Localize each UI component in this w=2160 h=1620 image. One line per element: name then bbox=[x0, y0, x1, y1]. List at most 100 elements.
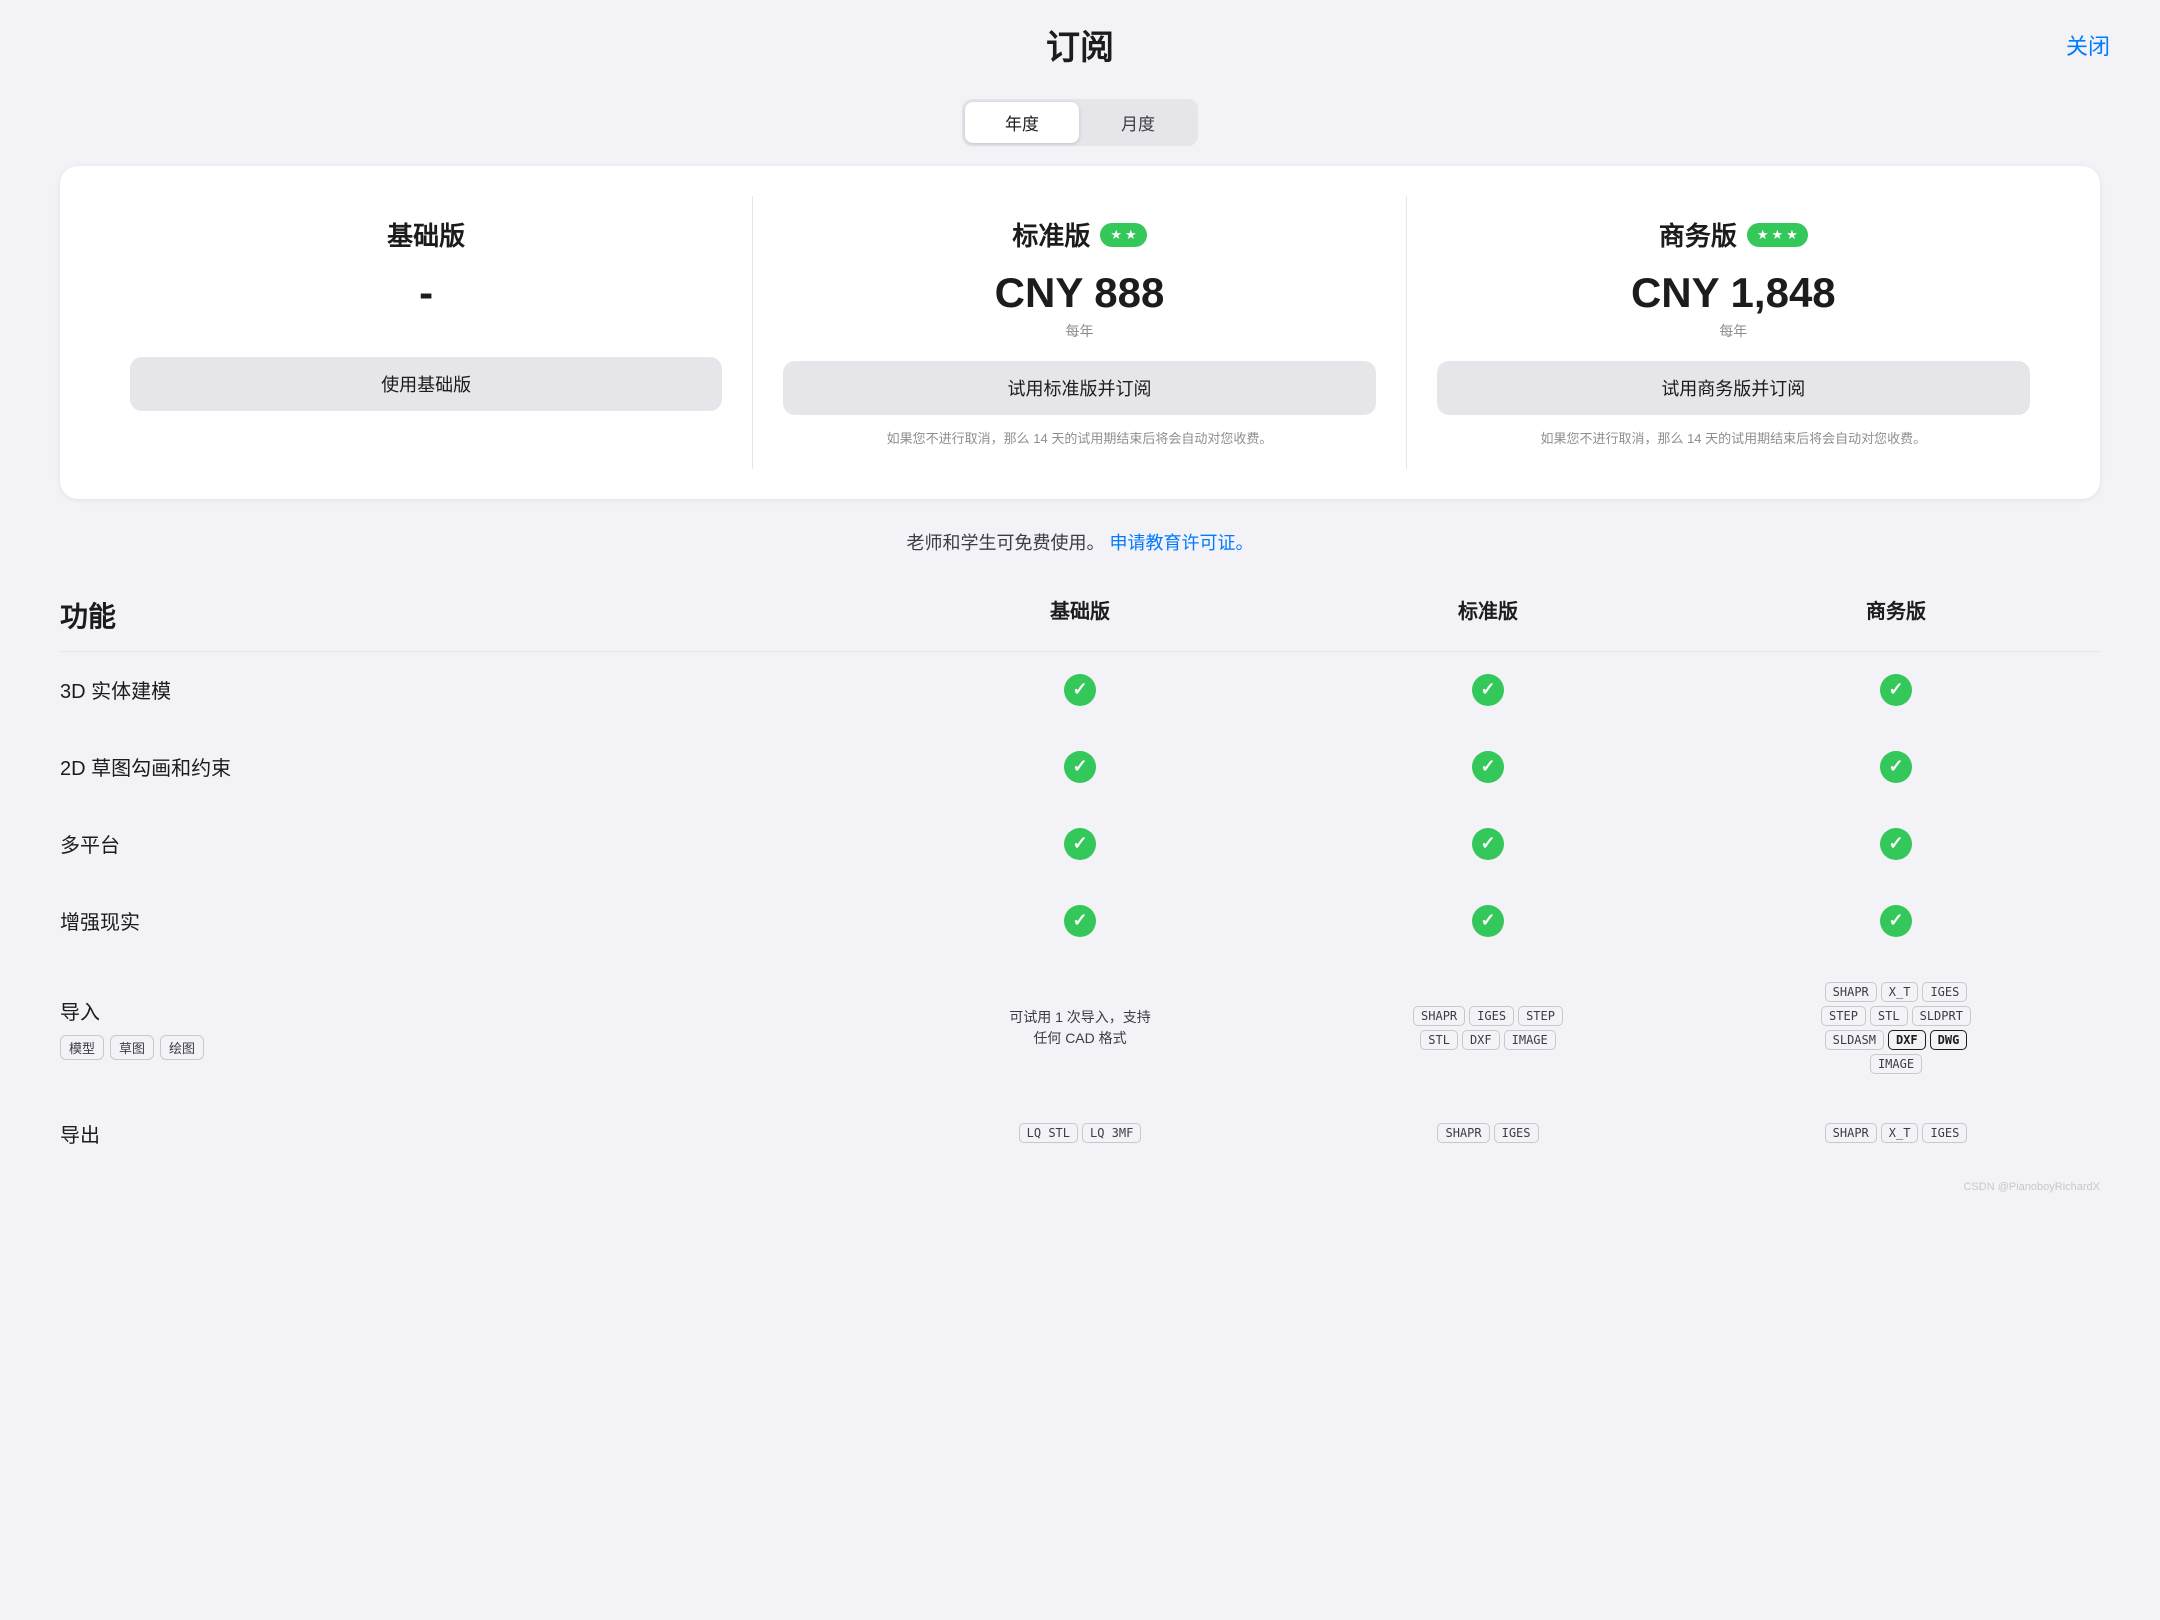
features-col-business: 商务版 bbox=[1692, 595, 2100, 635]
feature-3d-standard bbox=[1284, 674, 1692, 706]
tag-iges-eb: IGES bbox=[1922, 1123, 1967, 1143]
toggle-yearly[interactable]: 年度 bbox=[965, 102, 1079, 143]
tag-iges-b: IGES bbox=[1922, 982, 1967, 1002]
feature-row-3d-modeling: 3D 实体建模 bbox=[60, 652, 2100, 729]
feature-import-basic: 可试用 1 次导入，支持任何 CAD 格式 bbox=[876, 1007, 1284, 1049]
feature-2d-basic bbox=[876, 751, 1284, 783]
plan-standard-btn[interactable]: 试用标准版并订阅 bbox=[783, 361, 1375, 415]
check-2d-basic bbox=[1064, 751, 1096, 783]
tag-shapr-eb: SHAPR bbox=[1825, 1123, 1877, 1143]
tag-stl-s: STL bbox=[1420, 1030, 1458, 1050]
edu-notice: 老师和学生可免费使用。 申请教育许可证。 bbox=[0, 529, 2160, 555]
feature-export-basic: LQ STL LQ 3MF bbox=[876, 1123, 1284, 1143]
tag-shapr-b: SHAPR bbox=[1825, 982, 1877, 1002]
check-multi-business bbox=[1880, 828, 1912, 860]
tag-stl-b: STL bbox=[1870, 1006, 1908, 1026]
feature-name-import: 导入 bbox=[60, 996, 876, 1025]
toggle-monthly[interactable]: 月度 bbox=[1081, 102, 1195, 143]
features-header: 功能 基础版 标准版 商务版 bbox=[60, 585, 2100, 652]
tag-xt-b: X_T bbox=[1881, 982, 1919, 1002]
check-3d-standard bbox=[1472, 674, 1504, 706]
plan-standard: 标准版 ★ ★ CNY 888 每年 试用标准版并订阅 如果您不进行取消，那么 … bbox=[753, 196, 1406, 469]
header: 订阅 关闭 bbox=[0, 0, 2160, 89]
plan-basic-period bbox=[130, 321, 722, 337]
feature-name-cell-import: 导入 模型 草图 绘图 bbox=[60, 996, 876, 1060]
feature-name-cell-2d: 2D 草图勾画和约束 bbox=[60, 752, 876, 781]
plan-standard-price: CNY 888 bbox=[783, 269, 1375, 317]
feature-3d-basic bbox=[876, 674, 1284, 706]
plan-business: 商务版 ★ ★ ★ CNY 1,848 每年 试用商务版并订阅 如果您不进行取消… bbox=[1407, 196, 2060, 469]
tag-drawing: 绘图 bbox=[160, 1035, 204, 1060]
tag-lqstl: LQ STL bbox=[1019, 1123, 1078, 1143]
feature-name-export: 导出 bbox=[60, 1119, 876, 1148]
feature-multi-business bbox=[1692, 828, 2100, 860]
check-2d-standard bbox=[1472, 751, 1504, 783]
plan-business-badge: ★ ★ ★ bbox=[1747, 223, 1808, 247]
plan-standard-name: 标准版 bbox=[1012, 216, 1090, 253]
export-business-tags: SHAPR X_T IGES bbox=[1825, 1123, 1968, 1143]
check-multi-basic bbox=[1064, 828, 1096, 860]
watermark: CSDN @PianoboyRichardX bbox=[0, 1171, 2160, 1203]
check-3d-basic bbox=[1064, 674, 1096, 706]
feature-name-cell-export: 导出 bbox=[60, 1119, 876, 1148]
tag-lq3mf: LQ 3MF bbox=[1082, 1123, 1141, 1143]
tag-image-b: IMAGE bbox=[1870, 1054, 1922, 1074]
feature-name-cell-3d: 3D 实体建模 bbox=[60, 675, 876, 704]
plan-business-price: CNY 1,848 bbox=[1437, 269, 2030, 317]
feature-name-multi: 多平台 bbox=[60, 829, 876, 858]
tag-iges-s: IGES bbox=[1469, 1006, 1514, 1026]
plan-business-name: 商务版 bbox=[1659, 216, 1737, 253]
plan-basic-name-row: 基础版 bbox=[130, 216, 722, 253]
feature-name-3d: 3D 实体建模 bbox=[60, 675, 876, 704]
plan-standard-period: 每年 bbox=[783, 321, 1375, 341]
tag-xt-eb: X_T bbox=[1881, 1123, 1919, 1143]
plan-standard-name-row: 标准版 ★ ★ bbox=[783, 216, 1375, 253]
tag-dxf-b: DXF bbox=[1888, 1030, 1926, 1050]
tag-shapr-es: SHAPR bbox=[1437, 1123, 1489, 1143]
tag-sketch: 草图 bbox=[110, 1035, 154, 1060]
feature-ar-business bbox=[1692, 905, 2100, 937]
plan-business-btn[interactable]: 试用商务版并订阅 bbox=[1437, 361, 2030, 415]
feature-name-cell-multi: 多平台 bbox=[60, 829, 876, 858]
tag-shapr-s: SHAPR bbox=[1413, 1006, 1465, 1026]
check-ar-business bbox=[1880, 905, 1912, 937]
tag-iges-es: IGES bbox=[1494, 1123, 1539, 1143]
edu-notice-link[interactable]: 申请教育许可证。 bbox=[1110, 533, 1254, 553]
tag-sldasm-b: SLDASM bbox=[1825, 1030, 1884, 1050]
feature-row-multiplatform: 多平台 bbox=[60, 806, 2100, 883]
plans-grid: 基础版 - 使用基础版 标准版 ★ ★ CNY 888 每年 试用标准版并订阅 … bbox=[100, 196, 2060, 469]
plan-basic-price: - bbox=[130, 269, 722, 317]
plan-basic-btn[interactable]: 使用基础版 bbox=[130, 357, 722, 411]
feature-export-business: SHAPR X_T IGES bbox=[1692, 1123, 2100, 1143]
features-col-standard: 标准版 bbox=[1284, 595, 1692, 635]
page-title: 订阅 bbox=[1046, 20, 1114, 69]
feature-export-standard: SHAPR IGES bbox=[1284, 1123, 1692, 1143]
features-section: 功能 基础版 标准版 商务版 3D 实体建模 2D 草图勾画和约束 bbox=[60, 585, 2100, 1171]
plan-standard-note: 如果您不进行取消，那么 14 天的试用期结束后将会自动对您收费。 bbox=[783, 429, 1375, 449]
import-standard-tags: SHAPR IGES STEP STL DXF IMAGE bbox=[1408, 1006, 1568, 1050]
tag-model: 模型 bbox=[60, 1035, 104, 1060]
features-title: 功能 bbox=[60, 595, 876, 635]
plan-business-name-row: 商务版 ★ ★ ★ bbox=[1437, 216, 2030, 253]
feature-row-export: 导出 LQ STL LQ 3MF SHAPR IGES SHAPR X_T IG… bbox=[60, 1097, 2100, 1171]
feature-import-standard: SHAPR IGES STEP STL DXF IMAGE bbox=[1284, 1006, 1692, 1050]
close-button[interactable]: 关闭 bbox=[2066, 29, 2110, 61]
tag-step-s: STEP bbox=[1518, 1006, 1563, 1026]
feature-multi-standard bbox=[1284, 828, 1692, 860]
feature-name-2d: 2D 草图勾画和约束 bbox=[60, 752, 876, 781]
plan-business-period: 每年 bbox=[1437, 321, 2030, 341]
export-basic-tags: LQ STL LQ 3MF bbox=[1019, 1123, 1142, 1143]
tag-image-s: IMAGE bbox=[1504, 1030, 1556, 1050]
feature-row-import: 导入 模型 草图 绘图 可试用 1 次导入，支持任何 CAD 格式 SHAPR … bbox=[60, 960, 2100, 1097]
feature-ar-standard bbox=[1284, 905, 1692, 937]
feature-2d-standard bbox=[1284, 751, 1692, 783]
tag-dxf-s: DXF bbox=[1462, 1030, 1500, 1050]
feature-multi-basic bbox=[876, 828, 1284, 860]
export-standard-tags: SHAPR IGES bbox=[1437, 1123, 1538, 1143]
feature-row-2d-sketch: 2D 草图勾画和约束 bbox=[60, 729, 2100, 806]
check-multi-standard bbox=[1472, 828, 1504, 860]
feature-3d-business bbox=[1692, 674, 2100, 706]
feature-ar-basic bbox=[876, 905, 1284, 937]
feature-name-cell-ar: 增强现实 bbox=[60, 906, 876, 935]
feature-import-business: SHAPR X_T IGES STEP STL SLDPRT SLDASM DX… bbox=[1692, 982, 2100, 1074]
